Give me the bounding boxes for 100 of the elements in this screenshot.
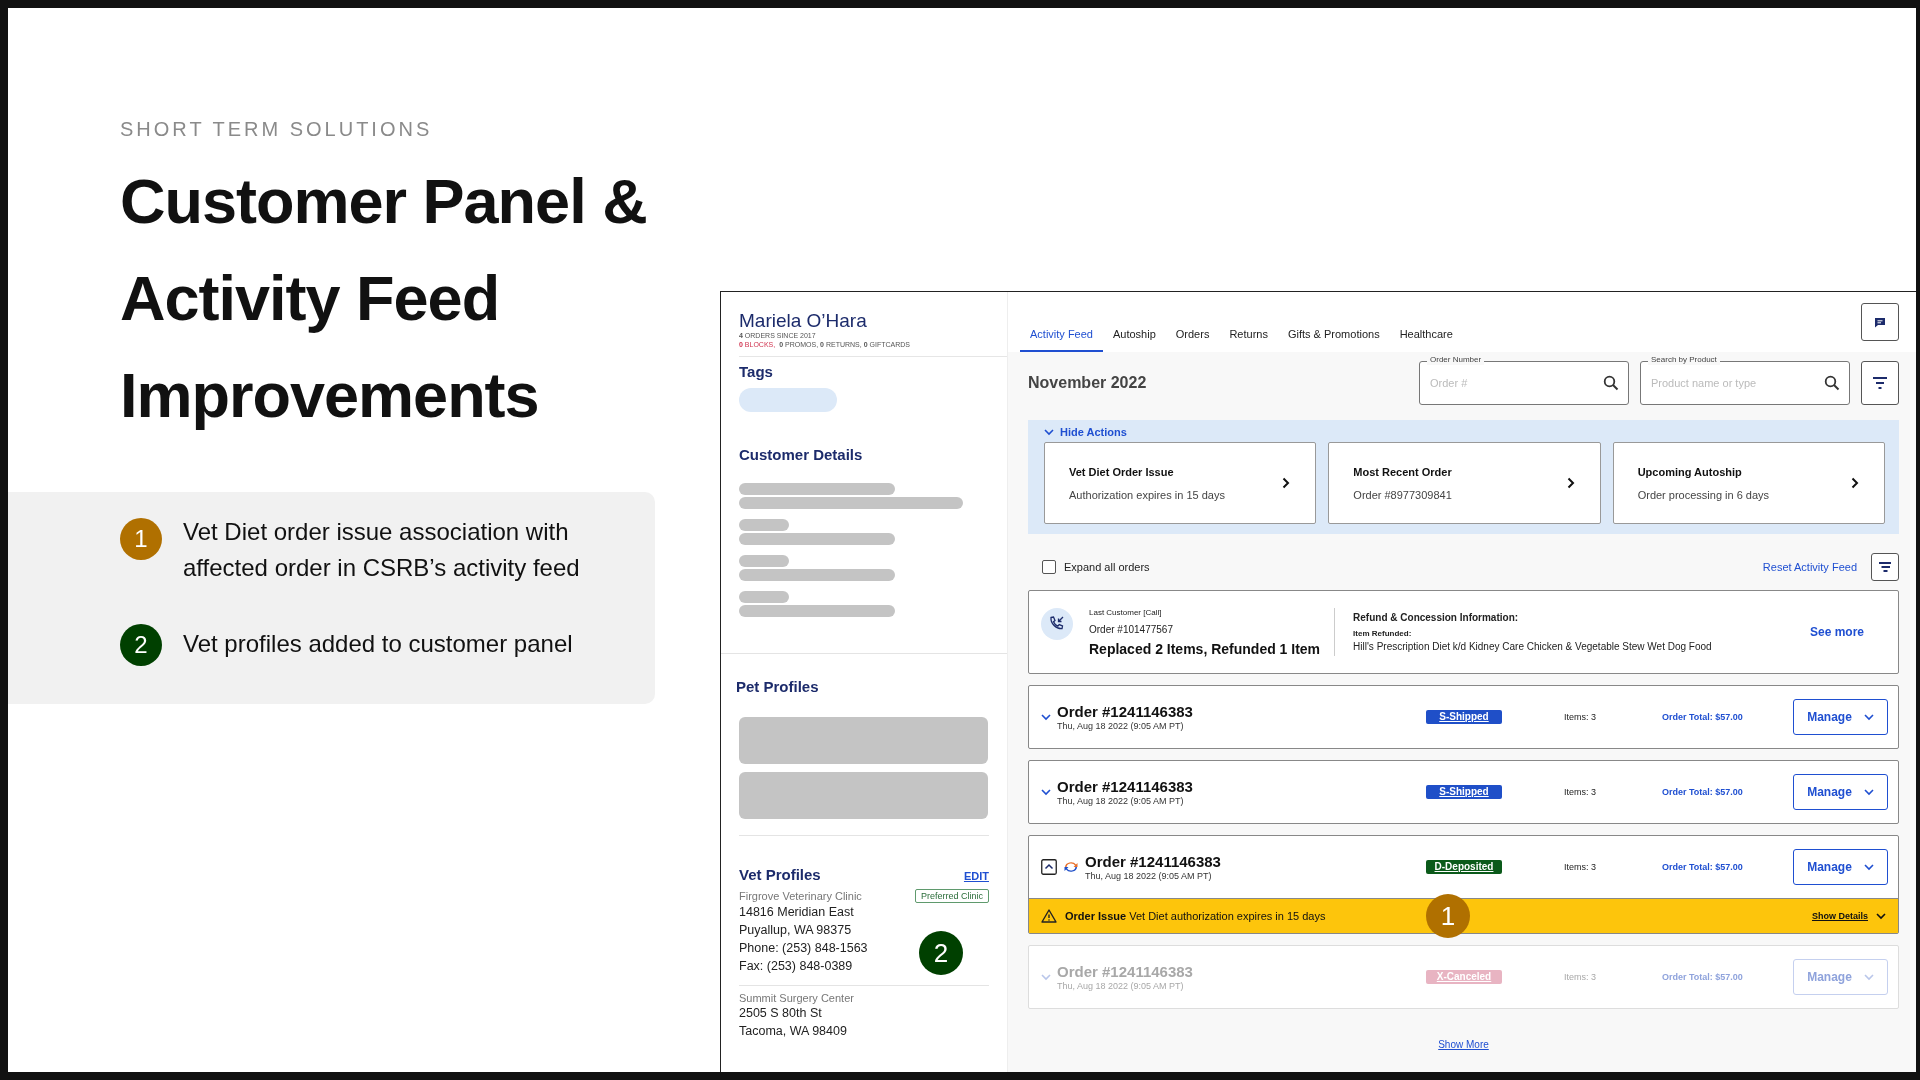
incoming-call-icon [1041,607,1073,640]
callout-marker: 1 [1426,894,1470,938]
chevron-right-icon [1851,477,1859,489]
caret-icon [1863,863,1874,871]
order-items: Items: 3 [1564,712,1597,722]
clinic-detail: 2505 S 80th St [739,1005,822,1022]
expand-chevron-icon[interactable] [1041,713,1051,721]
order-items: Items: 3 [1564,862,1597,872]
action-title: Upcoming Autoship [1637,465,1743,478]
refunded-item: Hill's Prescription Diet k/d Kidney Care Chicken & Vegetable Stew Wet Dog Food [1353,641,1713,652]
collapse-button-icon[interactable] [1041,859,1057,875]
order-number: Order #1241146383 [1057,703,1193,720]
action-title: Vet Diet Order Issue [1069,465,1175,478]
action-card[interactable]: Most Recent Order Order #8977309841 [1328,442,1601,524]
order-items: Items: 3 [1564,972,1597,982]
action-detail: Authorization expires in 15 days [1069,488,1225,501]
reset-feed-link[interactable]: Reset Activity Feed [1762,561,1857,573]
clinic-detail: Tacoma, WA 98409 [739,1023,847,1040]
slide-eyebrow: SHORT TERM SOLUTIONS [120,118,434,141]
status-tag: S-Shipped [1426,785,1502,799]
section-heading: Pet Profiles [736,678,820,695]
chevron-down-icon [1044,428,1054,436]
status-tag: S-Shipped [1426,710,1502,724]
search-icon [1824,375,1840,391]
clinic-name: Summit Surgery Center [739,992,854,1004]
tab[interactable]: Healthcare [1389,328,1463,352]
order-total: Order Total: $57.00 [1662,712,1744,722]
contact-label: Last Customer [Call] [1089,607,1163,617]
number-marker: 2 [120,624,162,666]
clinic-detail: Puyallup, WA 98375 [739,922,852,939]
note-text: Vet Diet order issue association with affected order in CSRB’s activity feed [183,517,581,583]
filter-button[interactable] [1871,553,1899,581]
status-tag: D-Deposited [1426,860,1502,874]
order-number: Order #1241146383 [1085,853,1221,870]
refund-item-label: Item Refunded: [1353,629,1413,638]
issue-text: Order Issue Vet Diet authorization expires in 15 days [1065,910,1326,922]
section-heading: Vet Profiles [739,866,821,883]
chevron-right-icon [1566,477,1575,489]
contact-summary: Replaced 2 Items, Refunded 1 Item [1089,640,1321,657]
clinic-detail: Phone: (253) 848-1563 [739,940,868,957]
edit-link[interactable]: EDIT [963,870,989,882]
action-detail: Order processing in 6 days [1637,488,1770,501]
expand-chevron-icon[interactable] [1041,788,1051,796]
order-date: Thu, Aug 18 2022 (9:05 AM PT) [1085,871,1213,881]
manage-button[interactable]: Manage [1793,699,1888,735]
tab[interactable]: Returns [1219,328,1278,352]
chevron-right-icon [1282,477,1291,489]
preferred-tag: Preferred Clinic [914,889,989,903]
checkbox-label: Expand all orders [1064,561,1150,573]
order-total: Order Total: $57.00 [1662,862,1744,872]
filter-icon [1878,561,1892,573]
order-items: Items: 3 [1564,787,1597,797]
action-card[interactable]: Vet Diet Order Issue Authorization expires in 15 days [1044,442,1317,524]
order-total: Order Total: $57.00 [1662,787,1744,797]
clinic-name: Firgrove Veterinary Clinic [739,890,862,902]
chat-button[interactable] [1861,303,1899,341]
order-date: Thu, Aug 18 2022 (9:05 AM PT) [1057,981,1185,991]
tab[interactable]: Orders [1165,328,1220,352]
filter-button[interactable] [1861,361,1899,405]
note-text: Vet profiles added to customer panel [183,629,574,659]
caret-icon [1863,788,1874,796]
slide-title: Customer Panel & Activity Feed Improvements [120,165,648,432]
tab[interactable]: Autoship [1102,328,1166,352]
number-marker: 1 [120,518,162,560]
field-label: Order Number [1427,355,1485,365]
caret-icon [1863,713,1874,721]
refund-info-title: Refund & Concession Information: [1353,612,1520,623]
action-detail: Order #8977309841 [1353,488,1452,501]
status-tag: X-Canceled [1426,970,1502,984]
warning-icon [1041,909,1057,923]
chevron-down-icon [1876,912,1886,920]
checkbox[interactable] [1042,560,1056,574]
search-icon [1603,375,1619,391]
order-date: Thu, Aug 18 2022 (9:05 AM PT) [1057,721,1185,731]
section-heading: Customer Details [739,446,864,463]
action-title: Most Recent Order [1353,465,1452,478]
tab[interactable]: Activity Feed [1020,328,1103,352]
chat-icon [1874,316,1886,328]
show-more-link[interactable]: Show More [1438,1039,1489,1050]
order-date: Thu, Aug 18 2022 (9:05 AM PT) [1057,796,1185,806]
caret-icon [1863,973,1874,981]
order-number: Order #1241146383 [1057,778,1193,795]
manage-button[interactable]: Manage [1793,849,1888,885]
filter-icon [1872,376,1888,390]
clinic-detail: 14816 Meridian East [739,904,854,921]
show-details-link[interactable]: Show Details [1812,911,1886,921]
tab[interactable]: Gifts & Promotions [1277,328,1390,352]
action-card[interactable]: Upcoming Autoship Order processing in 6 days [1612,442,1885,524]
order-number: Order #1241146383 [1057,963,1193,980]
contact-order: Order #101477567 [1089,623,1174,635]
hide-actions-toggle[interactable]: Hide Actions [1044,426,1885,438]
order-total: Order Total: $57.00 [1662,972,1744,982]
see-more-link[interactable]: See more [1809,625,1864,639]
month-heading: November 2022 [1028,374,1147,392]
callout-marker: 2 [919,931,963,975]
search-field[interactable]: Order # [1419,361,1629,405]
manage-button[interactable]: Manage [1793,774,1888,810]
customer-name: Mariela O’Hara [739,310,868,332]
section-heading: Tags [739,363,774,380]
clinic-detail: Fax: (253) 848-0389 [739,958,853,975]
